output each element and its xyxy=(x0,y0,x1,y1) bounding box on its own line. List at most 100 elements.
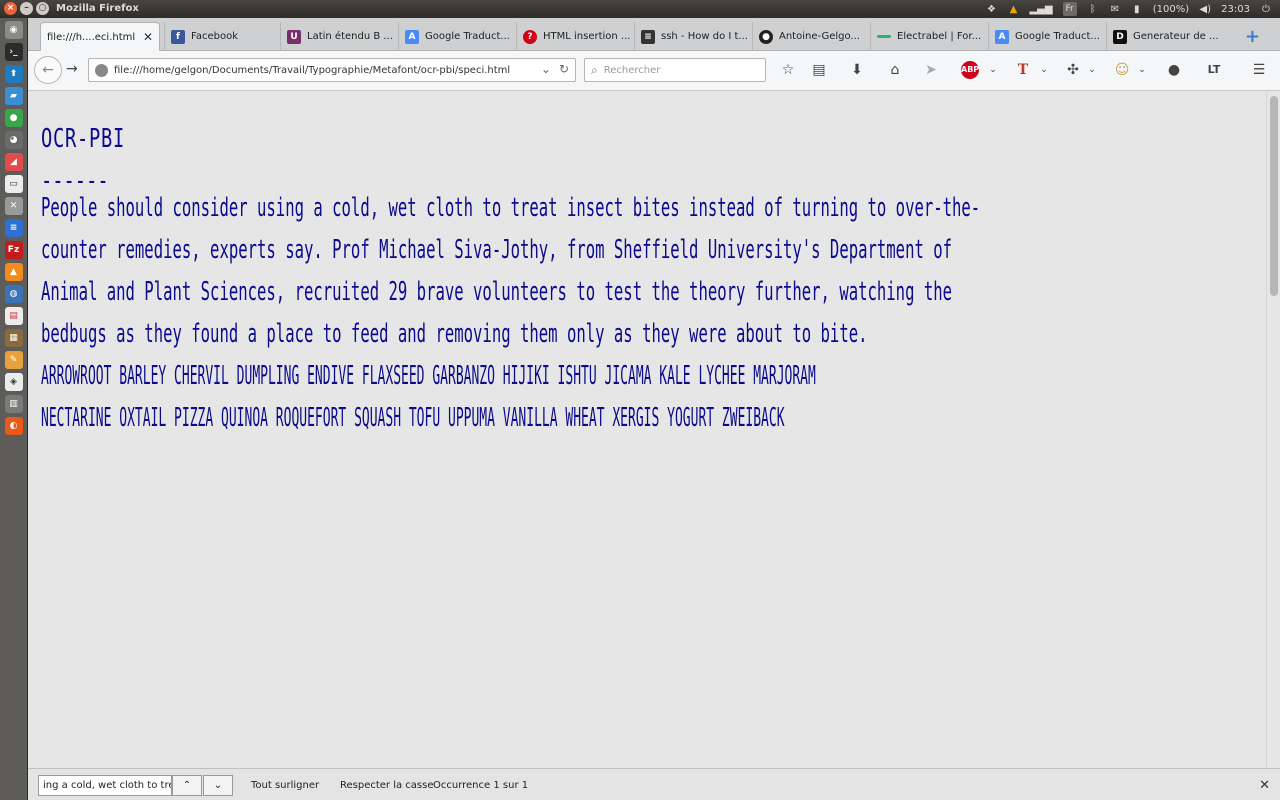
stackexchange-icon: ≡ xyxy=(641,29,655,44)
home-icon[interactable]: ⌂ xyxy=(885,60,905,80)
word-list-text: ARROWROOT BARLEY CHERVIL DUMPLING ENDIVE… xyxy=(41,361,816,433)
url-text[interactable]: file:///home/gelgon/Documents/Travail/Ty… xyxy=(114,65,510,76)
tab-ssh[interactable]: ≡ ssh - How do I t... xyxy=(634,22,752,51)
filezilla-icon[interactable]: Fz xyxy=(4,241,23,259)
terminal-icon[interactable]: ›_ xyxy=(4,43,23,61)
match-case-toggle[interactable]: Respecter la casse xyxy=(340,780,434,791)
tools-icon[interactable]: ✕ xyxy=(4,197,23,215)
find-result-status: Occurrence 1 sur 1 xyxy=(433,780,529,791)
document-icon[interactable]: ▤ xyxy=(4,307,23,325)
tab-html-insertion[interactable]: ? HTML insertion ... xyxy=(516,22,634,51)
unity-launcher: ◉ ›_ ⬆ ▰ ● ◕ ◢ ▭ ✕ ≡ Fz ▲ ◍ ▤ ▦ ✎ ◈ ▥ ◐ xyxy=(0,18,28,800)
close-icon[interactable]: ✕ xyxy=(1259,778,1270,793)
reload-icon[interactable]: ↻ xyxy=(559,62,569,76)
new-tab-button[interactable]: + xyxy=(1245,26,1260,47)
close-icon[interactable]: ✕ xyxy=(143,30,153,44)
notes-icon[interactable]: ✎ xyxy=(4,351,23,369)
window-minimize-button[interactable]: – xyxy=(20,2,33,15)
chevron-down-icon[interactable]: ⌄ xyxy=(541,62,551,76)
tab-generateur[interactable]: D Generateur de ... xyxy=(1106,22,1224,51)
chat-icon[interactable]: ● xyxy=(4,109,23,127)
menu-icon[interactable]: ☰ xyxy=(1249,60,1269,80)
search-icon: ⌕ xyxy=(591,62,598,77)
bluetooth-icon[interactable]: ᛒ xyxy=(1087,2,1099,16)
clock[interactable]: 23:03 xyxy=(1221,2,1250,16)
tab-label: Google Traduct... xyxy=(1015,31,1100,42)
page-content: OCR-PBI ------ People should consider us… xyxy=(28,92,1266,768)
send-icon[interactable]: ➤ xyxy=(921,60,941,80)
languagetool-icon[interactable]: LT xyxy=(1204,60,1224,80)
unicode-icon: U xyxy=(287,29,301,44)
globe-icon[interactable]: ◍ xyxy=(4,285,23,303)
highlight-all-toggle[interactable]: Tout surligner xyxy=(251,780,319,791)
tab-label: Antoine-Gelgo... xyxy=(779,31,860,42)
tab-facebook[interactable]: f Facebook xyxy=(164,22,280,51)
adblock-icon[interactable]: ABP xyxy=(961,61,979,79)
battery-icon[interactable]: ▮ xyxy=(1131,2,1143,16)
google-translate-icon: A xyxy=(995,29,1009,44)
navigation-toolbar: ← → file:///home/gelgon/Documents/Travai… xyxy=(28,51,1280,91)
facebook-icon: f xyxy=(171,29,185,44)
search-placeholder: Rechercher xyxy=(603,64,661,76)
find-previous-button[interactable]: ⌃ xyxy=(172,775,202,796)
tab-bar: file:///h....eci.html ✕ f Facebook U Lat… xyxy=(28,18,1280,51)
body-paragraph: People should consider using a cold, wet… xyxy=(41,187,1251,355)
find-bar: ing a cold, wet cloth to treat ⌃ ⌄ Tout … xyxy=(28,768,1280,800)
find-input[interactable]: ing a cold, wet cloth to treat xyxy=(38,775,172,796)
archive-icon[interactable]: ▦ xyxy=(4,329,23,347)
dropbox-icon[interactable]: ❖ xyxy=(985,2,997,16)
extension-icon[interactable]: ✣ xyxy=(1063,60,1083,80)
tab-google-translate-2[interactable]: A Google Traduct... xyxy=(988,22,1106,51)
chevron-down-icon[interactable]: ⌄ xyxy=(1132,60,1152,80)
window-controls: × – ○ xyxy=(4,2,49,15)
tab-github[interactable]: ● Antoine-Gelgo... xyxy=(752,22,870,51)
vlc-icon[interactable]: ▲ xyxy=(4,263,23,281)
keyboard-layout-indicator[interactable]: Fr xyxy=(1062,2,1077,16)
panel-indicators: ❖ ▲ ▂▄▆ Fr ᛒ ✉ ▮ (100%) ◀) 23:03 ⏻ xyxy=(985,2,1272,16)
battery-percent: (100%) xyxy=(1152,3,1190,15)
search-bar[interactable]: ⌕ Rechercher xyxy=(584,58,766,82)
back-button[interactable]: ← xyxy=(34,56,62,84)
gimp-icon[interactable]: ◕ xyxy=(4,131,23,149)
evince-icon[interactable]: ◢ xyxy=(4,153,23,171)
electrabel-icon xyxy=(877,35,891,38)
google-translate-icon: A xyxy=(405,29,419,44)
find-next-button[interactable]: ⌄ xyxy=(203,775,233,796)
dash-icon[interactable]: ◉ xyxy=(4,21,23,39)
tab-electrabel[interactable]: Electrabel | For... xyxy=(870,22,988,51)
mail-icon[interactable]: ✉ xyxy=(1109,2,1121,16)
window-close-button[interactable]: × xyxy=(4,2,17,15)
url-bar[interactable]: file:///home/gelgon/Documents/Travail/Ty… xyxy=(88,58,576,82)
text-tool-icon[interactable]: T xyxy=(1013,60,1033,80)
power-icon[interactable]: ⏻ xyxy=(1260,2,1272,16)
spreadsheet-icon[interactable]: ▥ xyxy=(4,395,23,413)
bookmark-star-icon[interactable]: ☆ xyxy=(778,60,798,80)
window-maximize-button[interactable]: ○ xyxy=(36,2,49,15)
tab-active[interactable]: file:///h....eci.html ✕ xyxy=(40,22,160,51)
chat-bubble-icon[interactable]: ● xyxy=(1164,60,1184,80)
chevron-down-icon[interactable]: ⌄ xyxy=(983,60,1003,80)
tab-label: ssh - How do I t... xyxy=(661,31,748,42)
smiley-icon[interactable]: ☺ xyxy=(1112,60,1132,80)
network-signal-icon[interactable]: ▂▄▆ xyxy=(1029,2,1052,16)
page-title: OCR-PBI xyxy=(41,124,125,154)
tab-google-translate[interactable]: A Google Traduct... xyxy=(398,22,516,51)
tab-latin-extended[interactable]: U Latin étendu B ... xyxy=(280,22,398,51)
volume-icon[interactable]: ◀) xyxy=(1199,2,1211,16)
forward-button[interactable]: → xyxy=(66,61,78,77)
chevron-down-icon[interactable]: ⌄ xyxy=(1082,60,1102,80)
warning-icon[interactable]: ▲ xyxy=(1007,2,1019,16)
globe-icon[interactable] xyxy=(95,63,108,77)
bookmarks-menu-icon[interactable]: ▤ xyxy=(809,60,829,80)
scrollbar-thumb[interactable] xyxy=(1270,96,1278,296)
files-icon[interactable]: ▰ xyxy=(4,87,23,105)
inkscape-icon[interactable]: ◈ xyxy=(4,373,23,391)
chevron-down-icon[interactable]: ⌄ xyxy=(1034,60,1054,80)
vertical-scrollbar[interactable] xyxy=(1266,92,1280,768)
download-icon[interactable]: ⬇ xyxy=(847,60,867,80)
display-icon[interactable]: ▭ xyxy=(4,175,23,193)
writer-icon[interactable]: ≡ xyxy=(4,219,23,237)
network-icon[interactable]: ⬆ xyxy=(4,65,23,83)
tab-label: Generateur de ... xyxy=(1133,31,1219,42)
firefox-icon[interactable]: ◐ xyxy=(4,417,23,435)
